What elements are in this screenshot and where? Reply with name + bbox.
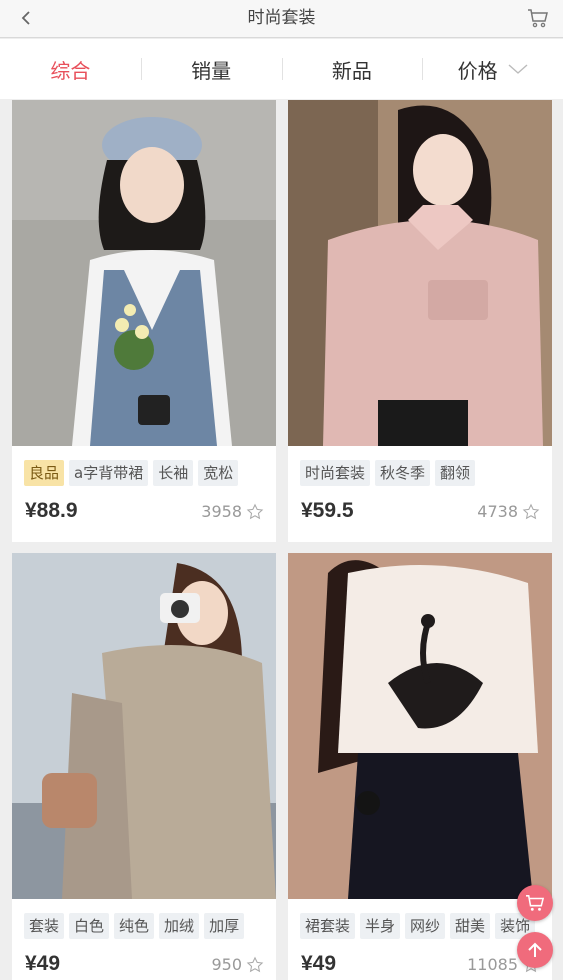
product-price: ¥49 <box>301 952 337 975</box>
favorite-count-value: 3958 <box>201 502 242 521</box>
product-card[interactable]: 时尚套装 秋冬季 翻领 ¥59.5 4738 <box>288 100 552 542</box>
cart-button[interactable] <box>525 5 551 31</box>
star-icon <box>522 503 540 519</box>
tab-sales[interactable]: 销量 <box>140 39 282 99</box>
tag: 长袖 <box>153 460 194 486</box>
favorite-count[interactable]: 950 <box>211 955 264 974</box>
cart-icon <box>526 895 545 911</box>
tab-price[interactable]: 价格 <box>422 39 563 99</box>
top-bar: 时尚套装 <box>0 0 563 38</box>
tag: 网纱 <box>405 913 446 939</box>
tag: 纯色 <box>114 913 155 939</box>
page-title: 时尚套装 <box>247 8 316 28</box>
tag: 裙套装 <box>300 913 356 939</box>
tag: 半身 <box>360 913 401 939</box>
tag: 良品 <box>24 460 65 486</box>
tab-label: 销量 <box>191 58 232 83</box>
tag-list: 时尚套装 秋冬季 翻领 <box>300 460 476 486</box>
product-price: ¥88.9 <box>25 499 78 522</box>
product-card[interactable]: 套装 白色 纯色 加绒 加厚 ¥49 950 <box>12 553 276 980</box>
tag: 甜美 <box>450 913 491 939</box>
tag: 加绒 <box>159 913 200 939</box>
tag-list: 裙套装 半身 网纱 甜美 装饰 <box>300 913 536 939</box>
favorite-count-value: 11085 <box>467 955 518 974</box>
tag-list: 套装 白色 纯色 加绒 加厚 <box>24 913 245 939</box>
tab-comprehensive[interactable]: 综合 <box>0 39 141 99</box>
favorite-count-value: 950 <box>211 955 242 974</box>
favorite-count[interactable]: 4738 <box>477 502 540 521</box>
tag: 加厚 <box>204 913 245 939</box>
tag: 时尚套装 <box>300 460 371 486</box>
product-card[interactable]: 裙套装 半身 网纱 甜美 装饰 ¥49 11085 <box>288 553 552 980</box>
tag-list: 良品 a字背带裙 长袖 宽松 <box>24 460 239 486</box>
arrow-up-icon <box>528 942 542 957</box>
product-price: ¥49 <box>25 952 61 975</box>
tab-new[interactable]: 新品 <box>281 39 423 99</box>
tab-label: 新品 <box>331 58 372 83</box>
back-to-top-button[interactable] <box>517 932 553 968</box>
product-image[interactable] <box>12 100 276 446</box>
favorite-count-value: 4738 <box>477 502 518 521</box>
tag: 白色 <box>69 913 110 939</box>
tag: 翻领 <box>435 460 476 486</box>
favorite-count[interactable]: 3958 <box>201 502 264 521</box>
floating-cart-button[interactable] <box>517 885 553 921</box>
tag: 秋冬季 <box>375 460 431 486</box>
tag: 套装 <box>24 913 65 939</box>
tag: 宽松 <box>198 460 239 486</box>
product-card[interactable]: 良品 a字背带裙 长袖 宽松 ¥88.9 3958 <box>12 100 276 542</box>
product-image[interactable] <box>288 100 552 446</box>
tab-label: 价格 <box>457 58 498 83</box>
product-price: ¥59.5 <box>301 499 354 522</box>
sort-bar: 综合 销量 新品 价格 <box>0 39 563 99</box>
star-icon <box>246 503 264 519</box>
product-image[interactable] <box>288 553 552 899</box>
cart-icon <box>528 9 548 28</box>
chevron-down-icon <box>508 63 528 75</box>
tag: a字背带裙 <box>69 460 149 486</box>
star-icon <box>246 956 264 972</box>
tab-label: 综合 <box>50 58 91 83</box>
product-image[interactable] <box>12 553 276 899</box>
